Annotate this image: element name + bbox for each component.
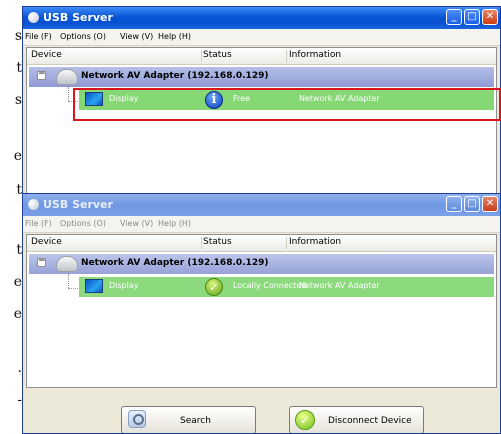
search-icon [128, 410, 146, 428]
margin-text-fragment: e [13, 274, 22, 290]
column-separator[interactable] [201, 50, 202, 62]
device-row-parent[interactable]: − Network AV Adapter (192.168.0.129) [29, 67, 494, 87]
tree-line [68, 288, 78, 289]
col-device[interactable]: Device [31, 50, 62, 60]
col-information[interactable]: Information [289, 237, 341, 247]
menu-options[interactable]: Options (O) [60, 219, 106, 228]
device-list[interactable]: Device Status Information − Network AV A… [26, 47, 497, 199]
column-separator[interactable] [286, 237, 287, 249]
collapse-toggle[interactable]: − [37, 70, 46, 80]
menu-options[interactable]: Options (O) [60, 32, 106, 41]
window-title: USB Server [43, 198, 113, 211]
network-adapter-icon [56, 256, 78, 272]
margin-text-fragment: e [13, 148, 22, 164]
margin-text-fragment: t [16, 242, 22, 258]
col-status[interactable]: Status [203, 237, 232, 247]
display-monitor-icon [85, 279, 103, 293]
window-title: USB Server [43, 11, 113, 24]
column-separator[interactable] [201, 237, 202, 249]
margin-text-fragment: - [17, 392, 22, 408]
close-button[interactable]: ✕ [482, 196, 498, 212]
disconnect-device-button[interactable]: ✓ Disconnect Device [289, 406, 424, 433]
maximize-button[interactable]: □ [464, 196, 480, 212]
usb-server-window-connected: USB Server _ □ ✕ File (F) Options (O) Vi… [22, 193, 501, 434]
device-information: Network AV Adapter [299, 281, 380, 290]
column-header: Device Status Information [27, 235, 496, 252]
device-name: Display [109, 281, 139, 290]
menu-help[interactable]: Help (H) [158, 219, 191, 228]
title-bar[interactable]: USB Server _ □ ✕ [23, 194, 500, 216]
highlight-box [73, 88, 501, 121]
menu-file[interactable]: File (F) [25, 32, 52, 41]
device-status: Locally Connected [233, 281, 307, 290]
network-adapter-icon [56, 69, 78, 85]
collapse-toggle[interactable]: − [37, 257, 46, 267]
check-icon: ✓ [295, 410, 315, 430]
app-icon [28, 12, 39, 23]
device-name: Network AV Adapter (192.168.0.129) [81, 258, 269, 268]
device-row-parent[interactable]: − Network AV Adapter (192.168.0.129) [29, 254, 494, 274]
close-button[interactable]: ✕ [482, 9, 498, 25]
menu-bar: File (F) Options (O) View (V) Help (H) [23, 29, 500, 46]
maximize-button[interactable]: □ [464, 9, 480, 25]
title-bar[interactable]: USB Server _ □ ✕ [23, 7, 500, 29]
disconnect-button-label: Disconnect Device [328, 416, 412, 426]
minimize-button[interactable]: _ [446, 9, 462, 25]
device-name: Network AV Adapter (192.168.0.129) [81, 71, 269, 81]
margin-text-fragment: s [14, 92, 22, 108]
tree-line [68, 87, 69, 101]
device-list[interactable]: Device Status Information − Network AV A… [26, 234, 497, 388]
menu-file[interactable]: File (F) [25, 219, 52, 228]
menu-bar: File (F) Options (O) View (V) Help (H) [23, 216, 500, 233]
margin-text-fragment: . [17, 360, 22, 376]
menu-help[interactable]: Help (H) [158, 32, 191, 41]
margin-text-fragment: e [13, 306, 22, 322]
col-status[interactable]: Status [203, 50, 232, 60]
search-button-label: Search [180, 416, 211, 426]
col-device[interactable]: Device [31, 237, 62, 247]
menu-view[interactable]: View (V) [120, 32, 153, 41]
column-separator[interactable] [286, 50, 287, 62]
column-header: Device Status Information [27, 48, 496, 65]
search-button[interactable]: Search [121, 406, 256, 433]
minimize-button[interactable]: _ [446, 196, 462, 212]
device-row-display[interactable]: Display ✓ Locally Connected Network AV A… [79, 277, 494, 297]
app-icon [28, 199, 39, 210]
check-icon: ✓ [205, 278, 223, 296]
margin-text-fragment: t [16, 60, 22, 76]
tree-line [68, 274, 69, 288]
margin-text-fragment: s [14, 28, 22, 44]
menu-view[interactable]: View (V) [120, 219, 153, 228]
margin-text-fragment: t [16, 182, 22, 198]
col-information[interactable]: Information [289, 50, 341, 60]
